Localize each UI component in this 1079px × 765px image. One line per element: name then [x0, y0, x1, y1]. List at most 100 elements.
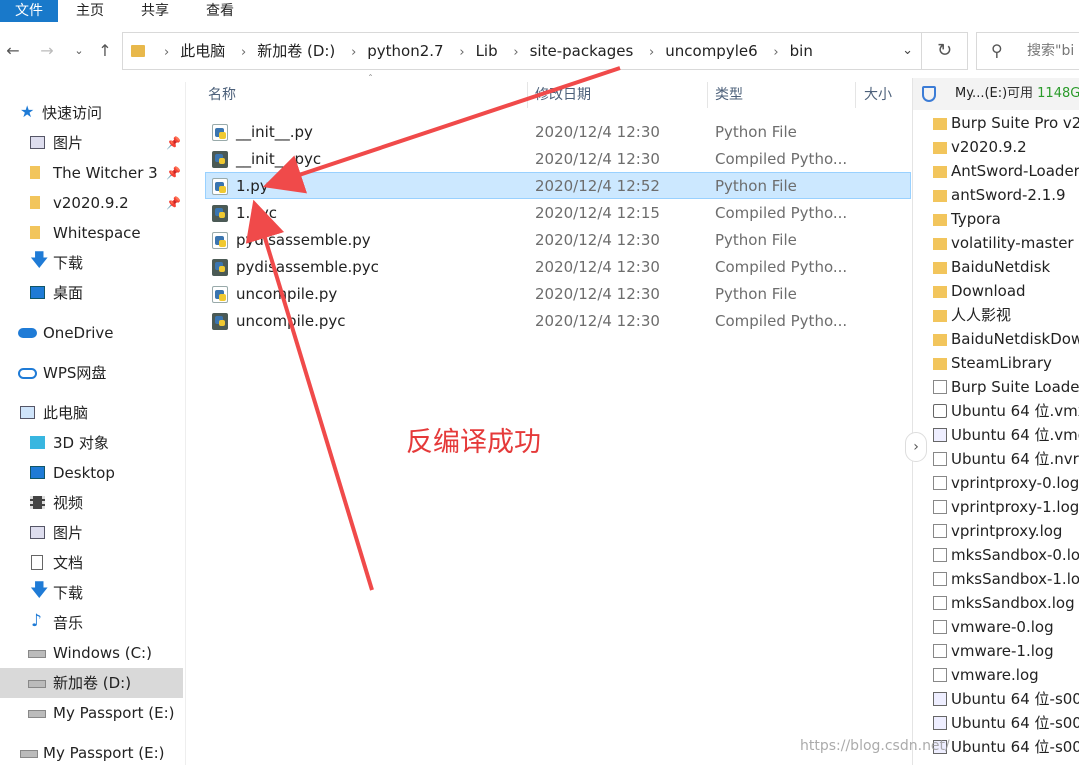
nav-item-my-passport-e-root[interactable]: My Passport (E:) [0, 738, 186, 765]
nav-item-pictures-pinned[interactable]: 图片 📌 [0, 128, 186, 158]
file-row[interactable]: uncompile.py 2020/12/4 12:30 Python File [206, 281, 910, 308]
right-pane-item[interactable]: Ubuntu 64 位.nvra [933, 447, 1079, 471]
file-row[interactable]: pydisassemble.pyc 2020/12/4 12:30 Compil… [206, 254, 910, 281]
annotation-text: 反编译成功 [406, 427, 541, 458]
right-pane-item[interactable]: BaiduNetdiskDow [933, 327, 1079, 351]
file-row[interactable]: __init__.py 2020/12/4 12:30 Python File [206, 119, 910, 146]
breadcrumb-chevron-icon[interactable]: › [513, 45, 518, 60]
nav-item-v2020-9-2[interactable]: v2020.9.2 📌 [0, 188, 186, 218]
address-dropdown-chevron-icon[interactable]: ⌄ [902, 33, 913, 69]
breadcrumb-item[interactable]: site-packages [530, 42, 634, 60]
tab-view[interactable]: 查看 [190, 0, 250, 22]
column-header-name[interactable]: 名称 [208, 82, 236, 108]
nav-item-whitespace[interactable]: Whitespace [0, 218, 186, 248]
right-pane-item[interactable]: vprintproxy-0.log [933, 471, 1079, 495]
file-row[interactable]: __init__.pyc 2020/12/4 12:30 Compiled Py… [206, 146, 910, 173]
file-row[interactable]: uncompile.pyc 2020/12/4 12:30 Compiled P… [206, 308, 910, 335]
column-divider[interactable] [527, 82, 528, 108]
breadcrumb-chevron-icon[interactable]: › [164, 45, 169, 60]
recent-locations-chevron-icon[interactable]: ⌄ [68, 38, 90, 64]
right-pane-item[interactable]: v2020.9.2 [933, 135, 1079, 159]
pin-icon[interactable]: 📌 [166, 128, 181, 158]
refresh-icon[interactable]: ↻ [922, 32, 968, 70]
search-box[interactable]: ⚲ 搜索"bi [976, 32, 1079, 70]
up-arrow-icon[interactable]: ↑ [94, 38, 116, 64]
breadcrumb-chevron-icon[interactable]: › [351, 45, 356, 60]
nav-item-my-passport-e[interactable]: My Passport (E:) [0, 698, 186, 728]
column-divider[interactable] [855, 82, 856, 108]
nav-item-desktop[interactable]: Desktop [0, 458, 186, 488]
right-pane-item[interactable]: vmware-0.log [933, 615, 1079, 639]
right-pane-item[interactable]: mksSandbox-0.log [933, 543, 1079, 567]
column-divider[interactable] [707, 82, 708, 108]
nav-item-new-volume-d[interactable]: 新加卷 (D:) [0, 668, 183, 698]
right-pane-item[interactable]: vprintproxy-1.log [933, 495, 1079, 519]
right-pane-item[interactable]: Ubuntu 64 位.vmx [933, 399, 1079, 423]
nav-item-downloads-quick[interactable]: 🡇 下载 [0, 248, 186, 278]
right-pane-item[interactable]: SteamLibrary [933, 351, 1079, 375]
nav-item-music[interactable]: ♪ 音乐 [0, 608, 186, 638]
nav-item-desktop-quick[interactable]: 桌面 [0, 278, 186, 308]
expand-chevron-icon[interactable]: › [905, 432, 927, 462]
right-pane-item[interactable]: 人人影视 [933, 303, 1079, 327]
right-pane-item[interactable]: Burp Suite Loader [933, 375, 1079, 399]
nav-item-documents[interactable]: 文档 [0, 548, 186, 578]
right-pane-item[interactable]: Download [933, 279, 1079, 303]
pin-icon[interactable]: 📌 [166, 188, 181, 218]
breadcrumb-item[interactable]: bin [790, 42, 813, 60]
tab-share[interactable]: 共享 [126, 0, 184, 22]
nav-item-label: 下载 [53, 584, 84, 602]
nav-item-wps-cloud[interactable]: WPS网盘 [0, 358, 186, 388]
nav-item-pictures[interactable]: 图片 [0, 518, 186, 548]
nav-item-windows-c[interactable]: Windows (C:) [0, 638, 186, 668]
address-bar[interactable]: › 此电脑 › 新加卷 (D:) › python2.7 › Lib › site-pac… [122, 32, 922, 70]
breadcrumb-item[interactable]: Lib [476, 42, 498, 60]
file-row-selected[interactable]: 1.py 2020/12/4 12:52 Python File [205, 172, 911, 199]
breadcrumb-chevron-icon[interactable]: › [241, 45, 246, 60]
tab-home[interactable]: 主页 [62, 0, 118, 22]
right-pane-item[interactable]: Ubuntu 64 位-s006 [933, 735, 1079, 759]
breadcrumb-item[interactable]: python2.7 [367, 42, 443, 60]
back-arrow-icon[interactable]: ← [2, 38, 24, 64]
right-pane-item[interactable]: Ubuntu 64 位-s002 [933, 711, 1079, 735]
tab-file[interactable]: 文件 [0, 0, 58, 22]
file-row[interactable]: 1.pyc 2020/12/4 12:15 Compiled Pytho... [206, 200, 910, 227]
nav-item-onedrive[interactable]: OneDrive [0, 318, 186, 348]
breadcrumb-item[interactable]: uncompyle6 [665, 42, 757, 60]
right-pane-item[interactable]: AntSword-Loader [933, 159, 1079, 183]
breadcrumb-chevron-icon[interactable]: › [773, 45, 778, 60]
nav-item-label: 音乐 [53, 614, 84, 632]
nav-item-downloads[interactable]: 🡇 下载 [0, 578, 186, 608]
nav-item-the-witcher-3[interactable]: The Witcher 3 📌 [0, 158, 186, 188]
column-header-type[interactable]: 类型 [715, 82, 743, 108]
right-pane-item[interactable]: mksSandbox.log [933, 591, 1079, 615]
nav-item-quick-access[interactable]: ★ 快速访问 [0, 98, 186, 128]
column-header-size[interactable]: 大小 [864, 82, 892, 108]
folder-icon [933, 214, 947, 226]
right-pane-item[interactable]: vmware.log [933, 663, 1079, 687]
pin-icon[interactable]: 📌 [166, 158, 181, 188]
breadcrumb-chevron-icon[interactable]: › [459, 45, 464, 60]
right-pane-item[interactable]: Typora [933, 207, 1079, 231]
right-pane-item[interactable]: vmware-1.log [933, 639, 1079, 663]
right-pane-item[interactable]: vprintproxy.log [933, 519, 1079, 543]
file-name: uncompile.pyc [236, 312, 346, 330]
free-space-value: 1148G [1037, 86, 1079, 101]
nav-item-videos[interactable]: 视频 [0, 488, 186, 518]
right-pane-item[interactable]: mksSandbox-1.log [933, 567, 1079, 591]
file-row[interactable]: pydisassemble.py 2020/12/4 12:30 Python … [206, 227, 910, 254]
right-pane-item[interactable]: BaiduNetdisk [933, 255, 1079, 279]
column-header-date[interactable]: 修改日期 [535, 82, 591, 108]
breadcrumb-item[interactable]: 此电脑 [180, 42, 225, 60]
right-pane-item[interactable]: antSword-2.1.9 [933, 183, 1079, 207]
right-pane-item[interactable]: volatility-master [933, 231, 1079, 255]
nav-item-this-pc[interactable]: 此电脑 [0, 398, 186, 428]
right-pane-item[interactable]: Ubuntu 64 位-s001 [933, 687, 1079, 711]
forward-arrow-icon[interactable]: → [36, 38, 58, 64]
breadcrumb-chevron-icon[interactable]: › [649, 45, 654, 60]
folder-icon [933, 238, 947, 250]
right-pane-item[interactable]: Ubuntu 64 位.vmd [933, 423, 1079, 447]
nav-item-3d-objects[interactable]: 3D 对象 [0, 428, 186, 458]
right-pane-item[interactable]: Burp Suite Pro v20 [933, 111, 1079, 135]
breadcrumb-item[interactable]: 新加卷 (D:) [257, 42, 335, 60]
